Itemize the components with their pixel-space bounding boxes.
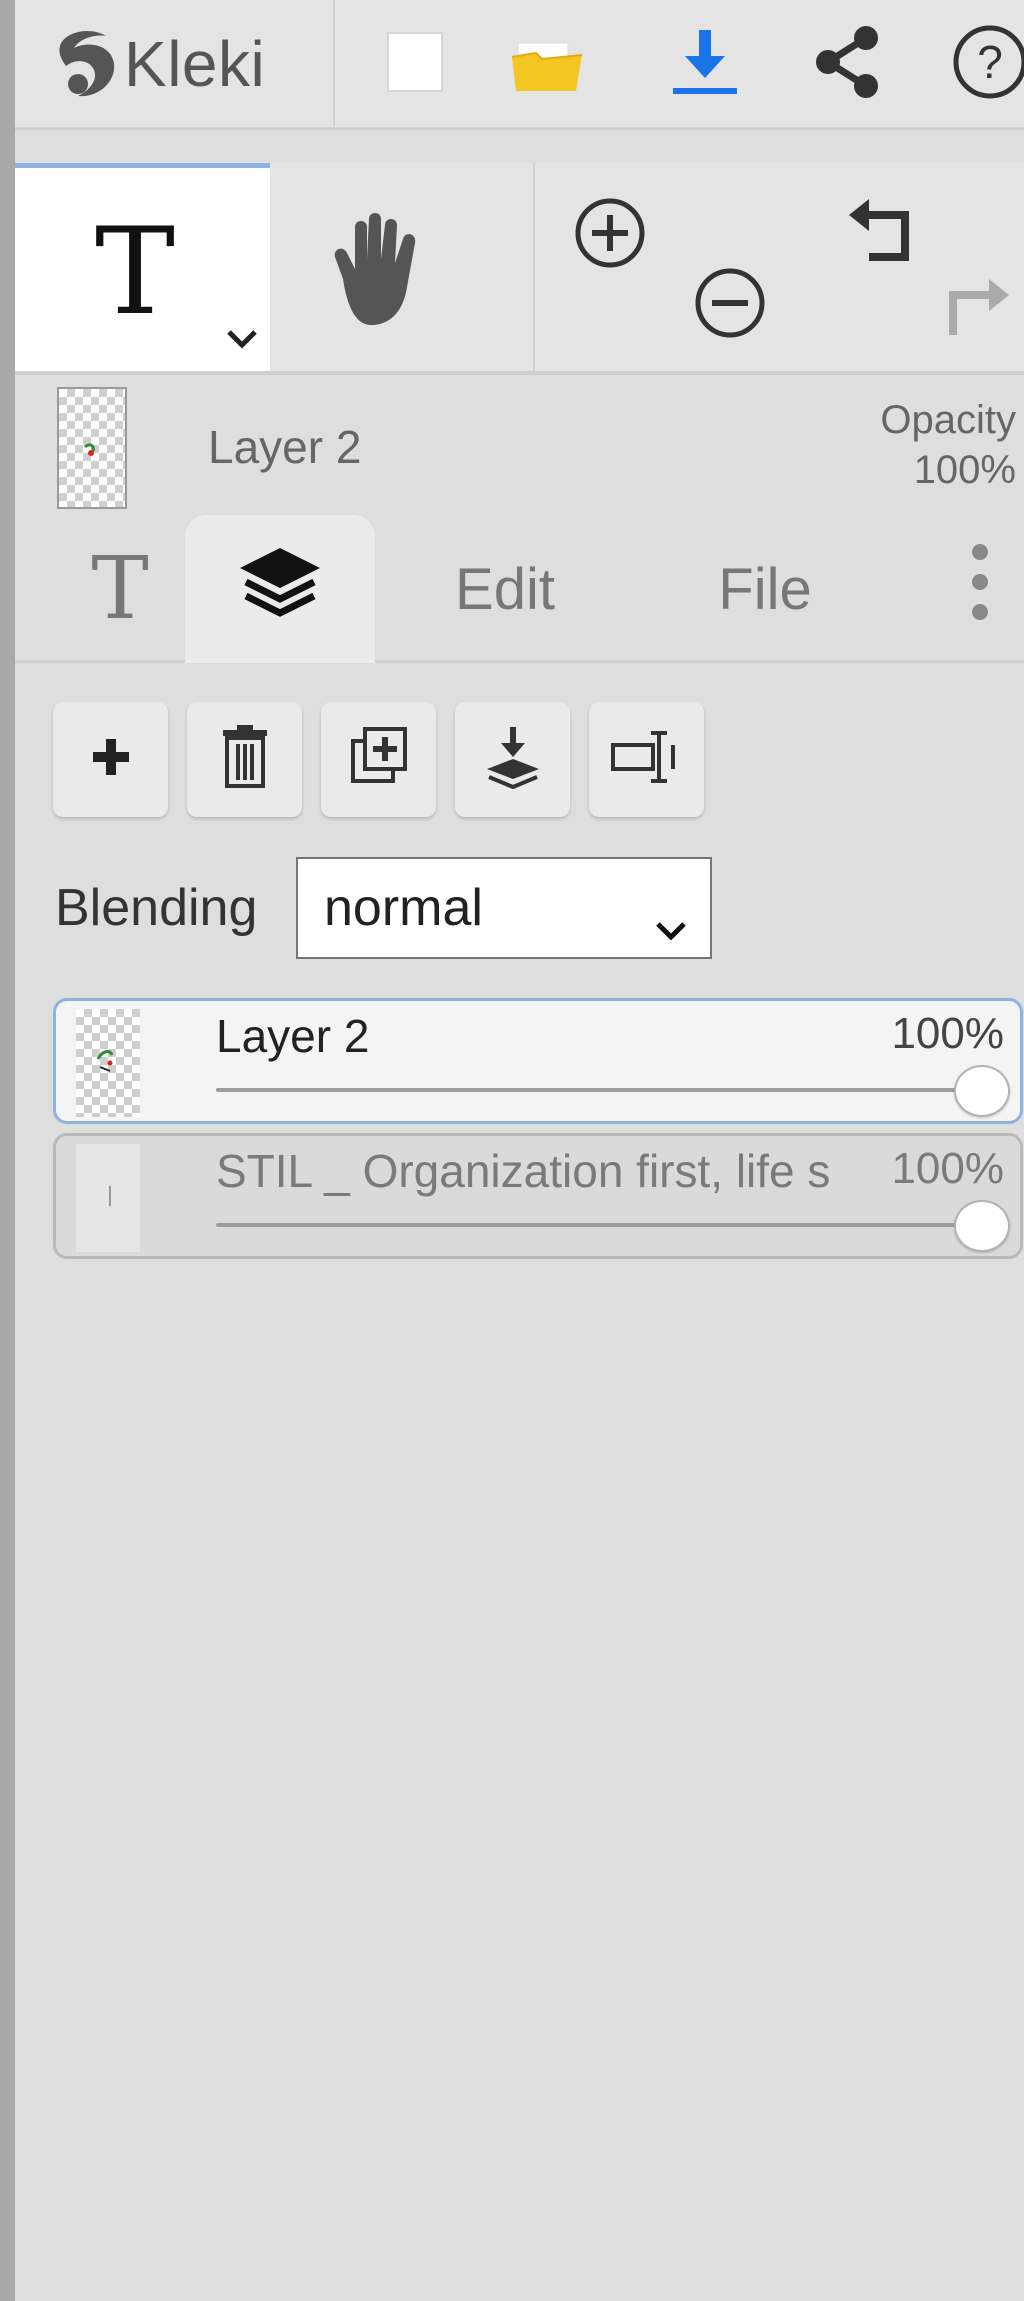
tab-edit-label: Edit bbox=[455, 556, 555, 622]
add-layer-button[interactable] bbox=[53, 702, 168, 817]
download-button[interactable] bbox=[650, 10, 760, 118]
opacity-slider[interactable] bbox=[216, 1088, 984, 1092]
tab-more[interactable] bbox=[945, 515, 1015, 663]
duplicate-layer-button[interactable] bbox=[321, 702, 436, 817]
tab-layers[interactable] bbox=[185, 515, 375, 663]
zoom-in-icon bbox=[570, 198, 650, 277]
kleki-logo[interactable]: Kleki bbox=[50, 8, 340, 120]
tab-file-label: File bbox=[718, 556, 812, 622]
top-bar: Kleki ? bbox=[15, 0, 1024, 130]
add-layer-icon bbox=[89, 735, 133, 784]
open-folder-icon bbox=[508, 29, 588, 100]
undo-button[interactable] bbox=[835, 193, 925, 273]
layer-name: Layer 2 bbox=[216, 1010, 370, 1062]
tab-bar: T Edit File bbox=[15, 515, 1024, 663]
merge-down-button[interactable] bbox=[455, 702, 570, 817]
undo-icon bbox=[835, 199, 925, 277]
delete-layer-button[interactable] bbox=[187, 702, 302, 817]
rename-layer-button[interactable] bbox=[589, 702, 704, 817]
divider bbox=[333, 0, 335, 128]
tab-edit[interactable]: Edit bbox=[405, 515, 605, 663]
current-layer-name: Layer 2 bbox=[208, 421, 362, 473]
opacity-label: Opacity bbox=[880, 398, 1016, 442]
app-name: Kleki bbox=[124, 28, 266, 100]
share-button[interactable] bbox=[793, 10, 903, 118]
opacity-readout: Opacity 100% bbox=[880, 395, 1016, 495]
delete-layer-icon bbox=[219, 724, 271, 795]
blending-select[interactable]: normal bbox=[296, 857, 712, 959]
opacity-slider-handle[interactable] bbox=[954, 1065, 1010, 1117]
layer-name: STIL _ Organization first, life s bbox=[216, 1145, 831, 1197]
layer-thumbnail bbox=[57, 387, 127, 509]
tool-row: T bbox=[15, 163, 1024, 375]
help-icon: ? bbox=[950, 22, 1024, 107]
duplicate-layer-icon bbox=[347, 725, 411, 794]
layer-thumbnail bbox=[76, 1144, 140, 1252]
tab-file[interactable]: File bbox=[655, 515, 875, 663]
layer-item[interactable]: STIL _ Organization first, life s 100% bbox=[53, 1133, 1023, 1259]
side-panel: Kleki ? T Layer 2 Opacity 100% T Edit Fi… bbox=[15, 0, 1024, 2301]
text-tool-icon: T bbox=[95, 203, 176, 342]
zoom-in-button[interactable] bbox=[570, 193, 650, 273]
kleki-logo-icon bbox=[50, 24, 120, 104]
hand-icon bbox=[325, 209, 425, 338]
rename-layer-icon bbox=[609, 727, 685, 792]
more-vertical-icon bbox=[968, 540, 992, 638]
layer-thumbnail bbox=[76, 1009, 140, 1117]
redo-button[interactable] bbox=[933, 263, 1023, 343]
chevron-down-icon[interactable] bbox=[225, 328, 259, 355]
new-image-icon bbox=[384, 29, 446, 100]
opacity-value: 100% bbox=[913, 448, 1016, 492]
canvas-edge bbox=[0, 0, 15, 2301]
layer-actions bbox=[53, 702, 753, 820]
blending-label: Blending bbox=[55, 879, 258, 937]
share-icon bbox=[810, 22, 886, 107]
hand-tool-button[interactable] bbox=[275, 203, 475, 343]
layer-item[interactable]: Layer 2 100% bbox=[53, 998, 1023, 1124]
open-file-button[interactable] bbox=[493, 10, 603, 118]
zoom-out-icon bbox=[690, 268, 770, 347]
opacity-slider-handle[interactable] bbox=[954, 1200, 1010, 1252]
chevron-down-icon bbox=[654, 895, 688, 955]
help-button[interactable]: ? bbox=[935, 10, 1024, 118]
layers-icon bbox=[234, 542, 326, 636]
layer-opacity: 100% bbox=[887, 1144, 1004, 1194]
layer-opacity: 100% bbox=[891, 1009, 1004, 1058]
divider bbox=[533, 163, 535, 371]
new-image-button[interactable] bbox=[360, 10, 470, 118]
current-layer-header: Layer 2 Opacity 100% bbox=[15, 375, 1024, 515]
download-icon bbox=[667, 26, 743, 103]
svg-text:?: ? bbox=[977, 36, 1003, 88]
merge-down-icon bbox=[483, 725, 543, 794]
text-tool-button[interactable]: T bbox=[15, 163, 270, 371]
tab-text[interactable]: T bbox=[55, 515, 185, 663]
redo-icon bbox=[933, 279, 1023, 347]
blending-value: normal bbox=[324, 879, 483, 937]
text-tab-icon: T bbox=[91, 539, 149, 639]
opacity-slider[interactable] bbox=[216, 1223, 984, 1227]
zoom-out-button[interactable] bbox=[690, 263, 770, 343]
